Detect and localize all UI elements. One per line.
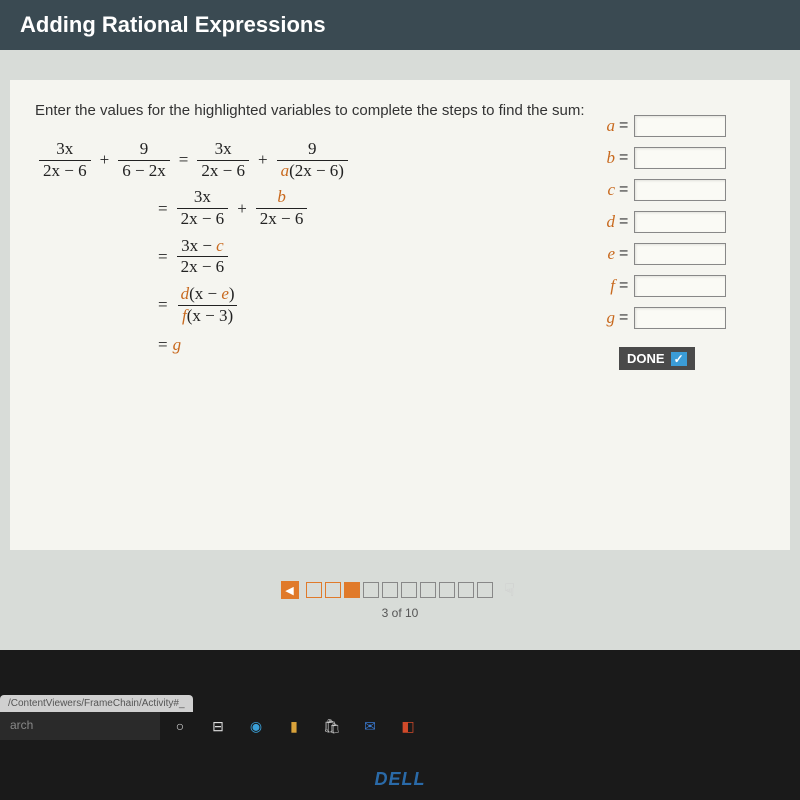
- page-box-1[interactable]: [306, 582, 322, 598]
- label-c: c: [585, 180, 615, 200]
- content-area: Enter the values for the highlighted var…: [0, 50, 800, 650]
- page-box-3-current[interactable]: [344, 582, 360, 598]
- instructions-text: Enter the values for the highlighted var…: [35, 100, 585, 121]
- var-g: g: [173, 333, 182, 357]
- done-label: DONE: [627, 351, 665, 366]
- label-a: a: [585, 116, 615, 136]
- answer-panel: a = b = c = d = e =: [585, 100, 765, 530]
- label-f: f: [585, 276, 615, 296]
- fraction: 3x 2x − 6: [177, 187, 229, 229]
- equals-sign: =: [158, 293, 168, 317]
- fraction: 9 a(2x − 6): [277, 139, 348, 181]
- input-g[interactable]: [634, 307, 726, 329]
- fraction: d(x − e) f(x − 3): [177, 284, 239, 326]
- page-box-10[interactable]: [477, 582, 493, 598]
- label-d: d: [585, 212, 615, 232]
- field-f: f =: [585, 275, 765, 297]
- fraction: 9 6 − 2x: [118, 139, 170, 181]
- pager-text: 3 of 10: [10, 606, 790, 620]
- dell-logo: DELL: [375, 769, 426, 790]
- page-title: Adding Rational Expressions: [20, 12, 326, 37]
- taskbar: ○ ⊟ ◉ ▮ 🛍 ✉ ◧: [160, 712, 800, 740]
- var-d: d: [181, 284, 190, 303]
- next-hand-icon[interactable]: ☟: [500, 580, 520, 600]
- page-box-6[interactable]: [401, 582, 417, 598]
- field-g: g =: [585, 307, 765, 329]
- equals-sign: =: [179, 148, 189, 172]
- field-e: e =: [585, 243, 765, 265]
- field-a: a =: [585, 115, 765, 137]
- input-d[interactable]: [634, 211, 726, 233]
- page-header: Adding Rational Expressions: [0, 0, 800, 50]
- plus-sign: +: [258, 148, 268, 172]
- math-block: 3x 2x − 6 + 9 6 − 2x = 3x 2x − 6 +: [35, 139, 585, 356]
- browser-tab[interactable]: /ContentViewers/FrameChain/Activity#_: [0, 695, 193, 712]
- office-icon[interactable]: ◧: [398, 716, 418, 736]
- math-line-4: = d(x − e) f(x − 3): [35, 284, 585, 326]
- var-e: e: [221, 284, 229, 303]
- var-c: c: [216, 236, 224, 255]
- taskbar-area: /ContentViewers/FrameChain/Activity#_ ar…: [0, 693, 800, 740]
- fraction: b 2x − 6: [256, 187, 308, 229]
- prev-arrow-icon[interactable]: ◀: [281, 581, 299, 599]
- page-box-2[interactable]: [325, 582, 341, 598]
- plus-sign: +: [100, 148, 110, 172]
- pager: ◀ ☟ 3 of 10: [10, 580, 790, 620]
- field-b: b =: [585, 147, 765, 169]
- equals-sign: =: [158, 245, 168, 269]
- input-f[interactable]: [634, 275, 726, 297]
- task-view-icon[interactable]: ⊟: [208, 716, 228, 736]
- page-box-4[interactable]: [363, 582, 379, 598]
- check-icon: ✓: [671, 352, 687, 366]
- input-e[interactable]: [634, 243, 726, 265]
- page-box-9[interactable]: [458, 582, 474, 598]
- math-line-5: = g: [35, 333, 585, 357]
- fraction: 3x − c 2x − 6: [177, 236, 229, 278]
- fraction: 3x 2x − 6: [39, 139, 91, 181]
- edge-icon[interactable]: ◉: [246, 716, 266, 736]
- math-line-1: 3x 2x − 6 + 9 6 − 2x = 3x 2x − 6 +: [35, 139, 585, 181]
- input-b[interactable]: [634, 147, 726, 169]
- equals-sign: =: [158, 197, 168, 221]
- store-icon[interactable]: 🛍: [322, 716, 342, 736]
- label-g: g: [585, 308, 615, 328]
- fraction: 3x 2x − 6: [197, 139, 249, 181]
- page-box-7[interactable]: [420, 582, 436, 598]
- page-box-5[interactable]: [382, 582, 398, 598]
- math-line-3: = 3x − c 2x − 6: [35, 236, 585, 278]
- mail-icon[interactable]: ✉: [360, 716, 380, 736]
- label-b: b: [585, 148, 615, 168]
- label-e: e: [585, 244, 615, 264]
- pager-boxes: ◀ ☟: [281, 580, 520, 600]
- search-input[interactable]: arch: [0, 712, 160, 740]
- field-c: c =: [585, 179, 765, 201]
- cortana-icon[interactable]: ○: [170, 716, 190, 736]
- done-button[interactable]: DONE ✓: [619, 347, 695, 370]
- question-body: Enter the values for the highlighted var…: [35, 100, 585, 530]
- explorer-icon[interactable]: ▮: [284, 716, 304, 736]
- equals-sign: =: [158, 333, 168, 357]
- question-card: Enter the values for the highlighted var…: [10, 80, 790, 550]
- var-b: b: [273, 187, 290, 208]
- input-a[interactable]: [634, 115, 726, 137]
- input-c[interactable]: [634, 179, 726, 201]
- var-a: a: [281, 161, 290, 180]
- math-line-2: = 3x 2x − 6 + b 2x − 6: [35, 187, 585, 229]
- field-d: d =: [585, 211, 765, 233]
- plus-sign: +: [237, 197, 247, 221]
- page-box-8[interactable]: [439, 582, 455, 598]
